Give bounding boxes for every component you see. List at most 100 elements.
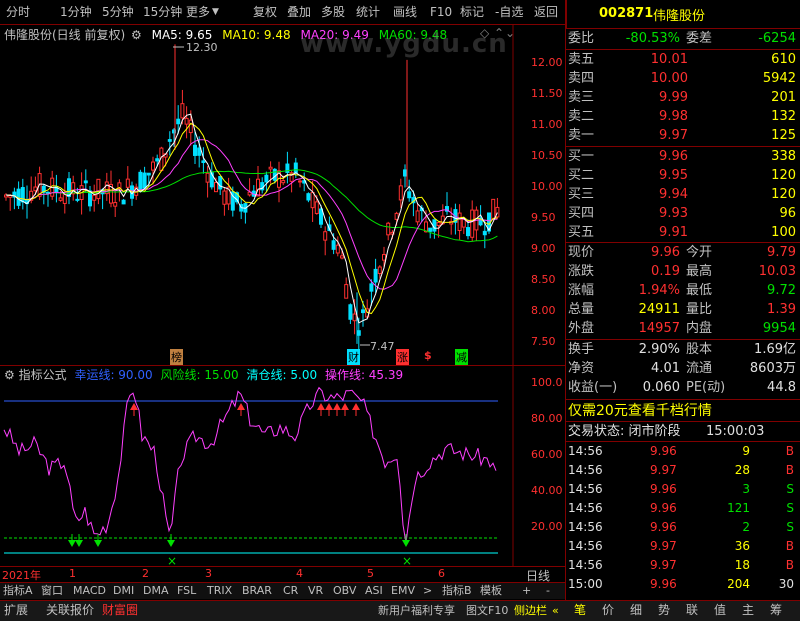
limit-up-marker[interactable]: 涨 xyxy=(396,349,409,365)
bid-row[interactable]: 买四 9.93 96 xyxy=(566,204,800,223)
bid-level-label: 买五 xyxy=(568,225,595,240)
multi-stock-button[interactable]: 多股 xyxy=(321,4,345,20)
tab-remove[interactable]: - xyxy=(546,583,550,598)
tab-brar[interactable]: BRAR xyxy=(242,583,272,598)
reduce-marker[interactable]: 减 xyxy=(455,349,468,365)
bang-marker[interactable]: 榜 xyxy=(170,349,183,365)
related-quotes-button[interactable]: 关联报价 xyxy=(46,602,94,619)
ask-price: 10.01 xyxy=(650,52,688,67)
tab-window[interactable]: 窗口 xyxy=(41,583,63,598)
ask-level-label: 卖五 xyxy=(568,52,595,67)
sidebar-chevron-icon[interactable]: « xyxy=(552,602,559,619)
tab-fsl[interactable]: FSL xyxy=(177,583,196,598)
bid-row[interactable]: 买二 9.95 120 xyxy=(566,166,800,185)
tab-asi[interactable]: ASI xyxy=(365,583,383,598)
wealth-circle-button[interactable]: 财富圈 xyxy=(102,602,138,619)
candle-body xyxy=(272,168,277,181)
tab-price[interactable]: 价 xyxy=(602,602,614,619)
candle-body xyxy=(407,191,412,199)
dividend-marker[interactable]: $ xyxy=(424,349,432,362)
tab-value[interactable]: 值 xyxy=(714,602,726,619)
bid-row[interactable]: 买五 9.91 100 xyxy=(566,223,800,242)
mark-button[interactable]: 标记 xyxy=(460,4,484,20)
indicator-plot-svg: × × xyxy=(3,366,514,566)
statistics-button[interactable]: 统计 xyxy=(356,4,380,20)
fundamental-row: 收益(一) 0.060 PE(动) 44.8 xyxy=(566,378,800,397)
price-axis-label: 10.00 xyxy=(531,180,563,193)
back-button[interactable]: 返回 xyxy=(534,4,558,20)
tab-detail[interactable]: 细 xyxy=(630,602,642,619)
tick-row: 15:00 9.96 204 30 xyxy=(566,575,800,594)
f10-button[interactable]: F10 xyxy=(430,4,452,20)
tab-dmi[interactable]: DMI xyxy=(113,583,134,598)
tab-trend[interactable]: 势 xyxy=(658,602,670,619)
candlestick-chart[interactable]: 伟隆股份(日线 前复权) ⚙ MA5: 9.65 MA10: 9.48 MA20… xyxy=(0,25,566,365)
tab-vr[interactable]: VR xyxy=(308,583,323,598)
bid-level-label: 买二 xyxy=(568,168,595,183)
bid-volume: 120 xyxy=(771,187,796,202)
ask-level-label: 卖三 xyxy=(568,90,595,105)
quote-row: 现价 9.96 今开 9.79 xyxy=(566,243,800,262)
tab-indicator-b[interactable]: 指标B xyxy=(442,583,472,598)
expand-button[interactable]: 扩展 xyxy=(4,602,28,619)
tab-emv[interactable]: EMV xyxy=(391,583,415,598)
trade-status-time: 15:00:03 xyxy=(706,424,765,439)
ask-row[interactable]: 卖五 10.01 610 xyxy=(566,50,800,69)
tab-15min[interactable]: 15分钟 xyxy=(143,4,182,20)
tab-scroll-right[interactable]: > xyxy=(423,583,432,598)
tick-time: 14:56 xyxy=(568,482,603,496)
tick-volume: 2 xyxy=(742,520,750,534)
trade-status-label: 交易状态: 闭市阶段 xyxy=(568,424,681,439)
tab-macd[interactable]: MACD xyxy=(73,583,106,598)
tab-chips[interactable]: 筹 xyxy=(770,602,782,619)
new-user-promo-link[interactable]: 新用户福利专享 xyxy=(378,602,455,619)
overlay-button[interactable]: 叠加 xyxy=(287,4,311,20)
tab-link[interactable]: 联 xyxy=(686,602,698,619)
draw-line-button[interactable]: 画线 xyxy=(393,4,417,20)
finance-marker[interactable]: 财 xyxy=(347,349,360,365)
candle-body xyxy=(386,222,391,236)
candle-body xyxy=(373,268,378,283)
tab-template[interactable]: 模板 xyxy=(480,583,502,598)
tab-1min[interactable]: 1分钟 xyxy=(60,4,92,20)
tab-cr[interactable]: CR xyxy=(283,583,298,598)
quote-label-2: 今开 xyxy=(686,245,713,260)
tick-volume: 204 xyxy=(727,577,750,591)
ask-row[interactable]: 卖四 10.00 5942 xyxy=(566,69,800,88)
sidebar-toggle[interactable]: 侧边栏 xyxy=(514,602,547,619)
candle-body xyxy=(436,222,441,226)
level2-ad[interactable]: 仅需20元查看千档行情 xyxy=(566,401,800,421)
candle-body xyxy=(369,283,374,292)
time-axis: 2021年 1 2 3 4 5 6 日线 xyxy=(0,566,566,583)
indicator-panel[interactable]: ⚙ 指标公式 幸运线: 90.00 风险线: 15.00 清仓线: 5.00 操… xyxy=(0,366,566,566)
bid-row[interactable]: 买三 9.94 120 xyxy=(566,185,800,204)
graphic-f10-link[interactable]: 图文F10 xyxy=(466,602,508,619)
bid-row[interactable]: 买一 9.96 338 xyxy=(566,147,800,166)
tab-indicator-a[interactable]: 指标A xyxy=(3,583,33,598)
ask-row[interactable]: 卖二 9.98 132 xyxy=(566,107,800,126)
tab-dma[interactable]: DMA xyxy=(143,583,169,598)
tab-obv[interactable]: OBV xyxy=(333,583,356,598)
add-watchlist-button[interactable]: -自选 xyxy=(495,4,523,20)
more-dropdown-icon[interactable]: ▼ xyxy=(212,4,219,20)
candle-body xyxy=(201,160,206,164)
tab-main[interactable]: 主 xyxy=(742,602,754,619)
tab-add[interactable]: + xyxy=(522,583,531,598)
tab-trix[interactable]: TRIX xyxy=(207,583,232,598)
stock-name[interactable]: 伟隆股份 xyxy=(653,5,705,24)
ask-row[interactable]: 卖一 9.97 125 xyxy=(566,126,800,145)
tab-5min[interactable]: 5分钟 xyxy=(102,4,134,20)
operation-line xyxy=(3,386,497,543)
candle-body xyxy=(222,190,227,205)
candle-body xyxy=(92,194,97,201)
quote-value-2: 9954 xyxy=(762,321,796,336)
restore-rights-button[interactable]: 复权 xyxy=(253,4,277,20)
tab-more[interactable]: 更多 xyxy=(186,4,210,20)
ask-row[interactable]: 卖三 9.99 201 xyxy=(566,88,800,107)
candle-body xyxy=(20,187,25,203)
tab-trades[interactable]: 笔 xyxy=(574,602,586,619)
tab-intraday[interactable]: 分时 xyxy=(6,4,30,20)
level2-ad-text[interactable]: 仅需20元查看千档行情 xyxy=(568,401,712,421)
ask-level-label: 卖二 xyxy=(568,109,595,124)
candle-body xyxy=(205,172,210,183)
